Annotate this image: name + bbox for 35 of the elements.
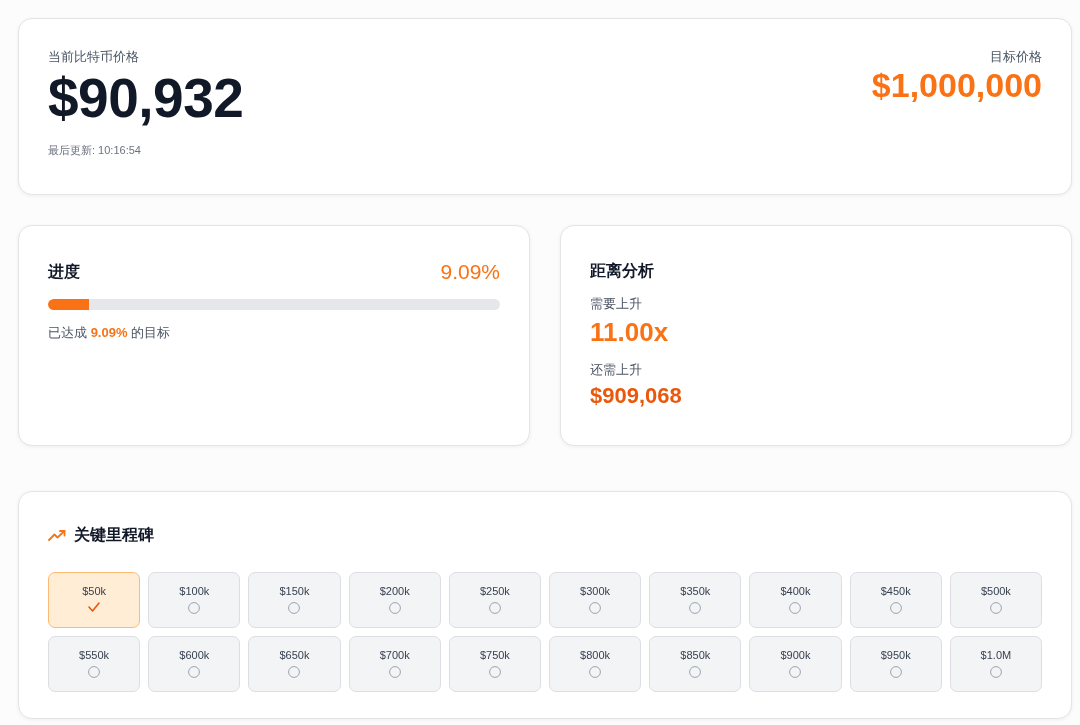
metric-value: $909,068	[590, 382, 682, 410]
current-price: $90,932	[48, 67, 244, 129]
milestone-label: $350k	[680, 584, 711, 598]
metric-value: 11.00x	[590, 316, 669, 348]
milestone-label: $200k	[379, 584, 410, 598]
last-updated-text: 最后更新: 10:16:54	[48, 143, 141, 158]
target-price-label: 目标价格	[990, 49, 1042, 65]
metric-label: 需要上升	[590, 296, 642, 312]
milestone-label: $650k	[279, 648, 310, 662]
milestone-label: $750k	[479, 648, 510, 662]
trending-up-icon	[48, 529, 66, 541]
milestone-label: $250k	[479, 584, 510, 598]
milestone-label: $700k	[379, 648, 410, 662]
milestone-label: $50k	[82, 584, 106, 598]
metric-label: 还需上升	[590, 362, 642, 378]
current-price-label: 当前比特币价格	[48, 49, 139, 65]
milestone-label: $400k	[780, 584, 811, 598]
milestone-label: $900k	[780, 648, 811, 662]
milestone-label: $500k	[980, 584, 1011, 598]
milestone-label: $300k	[580, 584, 611, 598]
milestone-label: $550k	[79, 648, 110, 662]
milestone-label: $950k	[880, 648, 911, 662]
progress-caption: 已达成 9.09% 的目标	[48, 324, 171, 342]
progress-percent: 9.09%	[440, 260, 500, 284]
milestones-title: 关键里程碑	[74, 525, 154, 545]
progress-title: 进度	[48, 262, 80, 282]
milestone-label: $150k	[279, 584, 310, 598]
milestone-label: $100k	[179, 584, 210, 598]
milestone-label: $800k	[580, 648, 611, 662]
target-price: $1,000,000	[871, 65, 1042, 105]
milestone-label: $850k	[680, 648, 711, 662]
milestone-label: $1.0M	[980, 648, 1012, 662]
milestone-label: $450k	[880, 584, 911, 598]
distance-title: 距离分析	[590, 261, 654, 281]
milestone-label: $600k	[179, 648, 210, 662]
